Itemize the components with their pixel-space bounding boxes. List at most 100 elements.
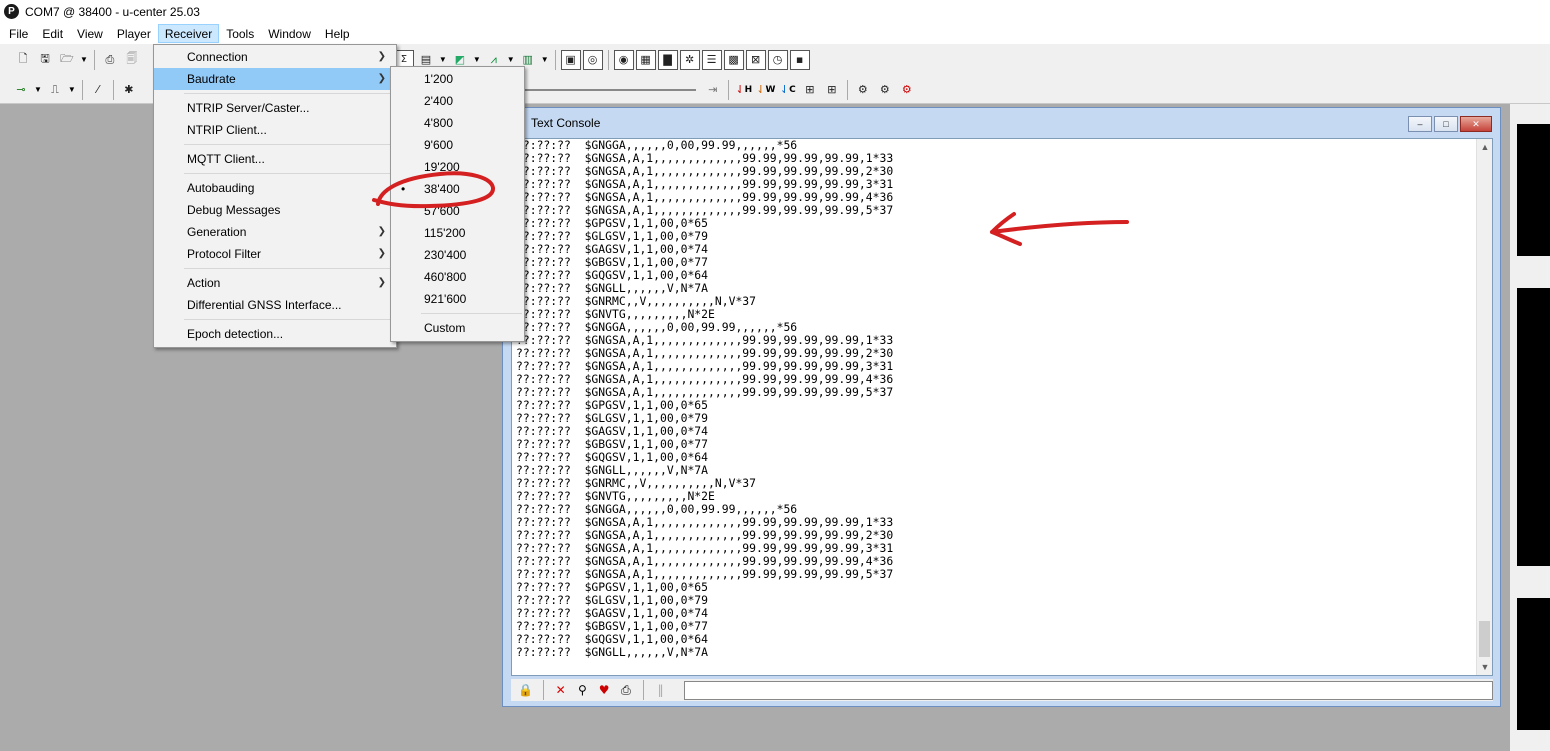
print-preview-icon[interactable]: 🗐: [122, 50, 142, 70]
chevron-down-icon[interactable]: ▼: [68, 85, 76, 94]
baudrate-option[interactable]: 4'800: [391, 112, 524, 134]
menu-item-epoch-detection[interactable]: Epoch detection...: [154, 323, 396, 345]
print-icon[interactable]: ⎙: [100, 50, 120, 70]
menu-item-generation[interactable]: Generation ❯: [154, 221, 396, 243]
message-list-icon[interactable]: ☰: [701, 49, 722, 70]
menu-item-ntrip-server-caster[interactable]: NTRIP Server/Caster...: [154, 97, 396, 119]
title-bar: P COM7 @ 38400 - u-center 25.03: [0, 0, 1550, 23]
selected-bullet-icon: •: [401, 182, 406, 196]
toolbar-divider: [642, 680, 644, 700]
menu-receiver[interactable]: Receiver: [157, 24, 220, 43]
menu-item-mqtt-client[interactable]: MQTT Client...: [154, 148, 396, 170]
menu-item-connection[interactable]: Connection ❯: [154, 46, 396, 68]
config-receiver-icon[interactable]: ⚙: [853, 80, 873, 100]
baudrate-option[interactable]: 19'200: [391, 156, 524, 178]
menu-item-ntrip-client[interactable]: NTRIP Client...: [154, 119, 396, 141]
right-view-panel-3[interactable]: [1513, 594, 1550, 734]
skip-end-icon[interactable]: ⇥: [703, 80, 723, 100]
right-view-panel-1[interactable]: [1513, 120, 1550, 260]
menu-help[interactable]: Help: [318, 24, 357, 43]
baudrate-option[interactable]: 230'400: [391, 244, 524, 266]
chevron-down-icon[interactable]: ▼: [34, 85, 42, 94]
baudrate-option[interactable]: • 38'400: [391, 178, 524, 200]
scroll-up-icon[interactable]: ▲: [1477, 139, 1492, 155]
command-input[interactable]: [683, 680, 1493, 700]
map-icon[interactable]: ⊠: [745, 49, 766, 70]
new-file-icon[interactable]: 🗋: [13, 50, 33, 70]
chevron-down-icon[interactable]: ▼: [507, 55, 515, 64]
pause-icon[interactable]: ‖: [652, 681, 670, 699]
menu-window[interactable]: Window: [261, 24, 318, 43]
console-view-icon[interactable]: ▣: [560, 49, 581, 70]
menu-separator: [184, 93, 394, 94]
config-save-icon[interactable]: ⚙: [875, 80, 895, 100]
find-icon[interactable]: ⚲: [574, 681, 592, 699]
packet-view-icon[interactable]: ▦: [635, 49, 656, 70]
menu-edit[interactable]: Edit: [35, 24, 70, 43]
debug-bug-icon[interactable]: ✱: [119, 80, 139, 100]
menu-item-debug-messages[interactable]: Debug Messages: [154, 199, 396, 221]
menu-item-action[interactable]: Action ❯: [154, 272, 396, 294]
console-line: ??:??:?? $GNGLL,,,,,,V,N*7A: [516, 645, 709, 659]
console-output[interactable]: ??:??:?? $GNGGA,,,,,,0,00,99.99,,,,,,*56…: [511, 138, 1493, 676]
baudrate-option[interactable]: 115'200: [391, 222, 524, 244]
save-icon[interactable]: 🖫: [35, 50, 55, 70]
chevron-down-icon[interactable]: ▼: [473, 55, 481, 64]
clock-icon[interactable]: ◷: [767, 49, 788, 70]
connection-icon[interactable]: ⊸: [11, 80, 31, 100]
vertical-scrollbar[interactable]: ▲ ▼: [1476, 139, 1492, 675]
baudrate-option[interactable]: 1'200: [391, 68, 524, 90]
sky-view-icon[interactable]: ◉: [613, 49, 634, 70]
camera-icon[interactable]: ▪: [789, 49, 810, 70]
menu-item-differential-gnss-interface[interactable]: Differential GNSS Interface...: [154, 294, 396, 316]
baudrate-option[interactable]: 2'400: [391, 90, 524, 112]
chevron-down-icon[interactable]: ▼: [439, 55, 447, 64]
config-reset-icon[interactable]: ⚙: [897, 80, 917, 100]
scroll-down-icon[interactable]: ▼: [1477, 659, 1492, 675]
msg-poll-icon[interactable]: ⊞: [822, 80, 842, 100]
baudrate-option[interactable]: 9'600: [391, 134, 524, 156]
histogram-icon[interactable]: ▇: [657, 49, 678, 70]
menu-tools[interactable]: Tools: [219, 24, 261, 43]
favorite-icon[interactable]: ♥: [595, 681, 613, 699]
maximize-button[interactable]: □: [1434, 116, 1458, 132]
scroll-thumb[interactable]: [1479, 621, 1490, 657]
right-view-panel-2[interactable]: [1513, 284, 1550, 570]
minimize-button[interactable]: –: [1408, 116, 1432, 132]
menu-file[interactable]: File: [2, 24, 35, 43]
satellite-icon[interactable]: ✲: [679, 49, 700, 70]
chevron-down-icon[interactable]: ▼: [80, 55, 88, 64]
clear-icon[interactable]: ✕: [552, 681, 570, 699]
menu-item-autobauding[interactable]: Autobauding: [154, 177, 396, 199]
deviation-map-icon[interactable]: ◎: [582, 49, 603, 70]
u-center-app-icon: P: [4, 4, 19, 19]
statistics-icon[interactable]: ▩: [723, 49, 744, 70]
open-folder-icon[interactable]: 🗁: [57, 50, 77, 70]
chevron-right-icon: ❯: [377, 226, 386, 237]
menu-item-baudrate[interactable]: Baudrate ❯: [154, 68, 396, 90]
menu-player[interactable]: Player: [110, 24, 158, 43]
chevron-right-icon: ❯: [377, 277, 386, 288]
export-icon[interactable]: ⎙: [617, 681, 635, 699]
baudrate-option[interactable]: Custom: [391, 317, 524, 339]
toolbar-divider: [727, 79, 729, 100]
window-title: COM7 @ 38400 - u-center 25.03: [25, 4, 200, 19]
menu-item-protocol-filter[interactable]: Protocol Filter ❯: [154, 243, 396, 265]
wand-icon[interactable]: ⁄: [88, 80, 108, 100]
warm-start-icon[interactable]: ⇃ W: [756, 80, 776, 100]
baudrate-option[interactable]: 460'800: [391, 266, 524, 288]
baudrate-option[interactable]: 57'600: [391, 200, 524, 222]
toolbar-divider: [93, 49, 95, 70]
hot-start-icon[interactable]: ⇃ H: [734, 80, 754, 100]
playback-slider[interactable]: [495, 88, 696, 91]
baudrate-option[interactable]: 921'600: [391, 288, 524, 310]
menu-view[interactable]: View: [70, 24, 110, 43]
text-console-window[interactable]: Text Console – □ ✕ ??:??:?? $GNGGA,,,,,,…: [502, 107, 1501, 707]
chevron-right-icon: ❯: [377, 51, 386, 62]
baud-wave-icon[interactable]: ⎍: [45, 80, 65, 100]
lock-icon[interactable]: 🔒: [517, 681, 535, 699]
cold-start-icon[interactable]: ⇃ C: [778, 80, 798, 100]
close-button[interactable]: ✕: [1460, 116, 1492, 132]
chevron-down-icon[interactable]: ▼: [541, 55, 549, 64]
msg-add-icon[interactable]: ⊞: [800, 80, 820, 100]
